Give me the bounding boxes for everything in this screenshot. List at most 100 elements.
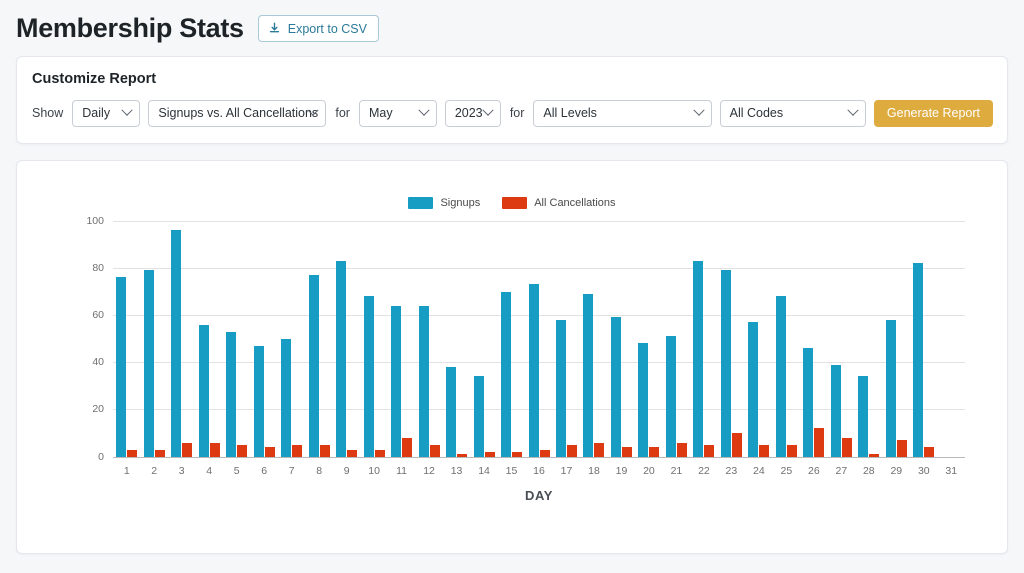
bar-signups[interactable] (858, 376, 869, 457)
chart-day-column[interactable]: 18 (580, 221, 607, 477)
bar-signups[interactable] (308, 274, 319, 457)
bar-signups[interactable] (830, 364, 841, 457)
metric-select[interactable]: Signups vs. All Cancellations (148, 99, 327, 127)
bar-signups[interactable] (501, 291, 512, 457)
bar-cancellations[interactable] (539, 449, 550, 457)
bar-cancellations[interactable] (182, 442, 193, 457)
bar-signups[interactable] (555, 319, 566, 457)
bar-cancellations[interactable] (896, 440, 907, 457)
bar-cancellations[interactable] (237, 444, 248, 457)
chart-day-column[interactable]: 13 (443, 221, 470, 477)
bar-signups[interactable] (473, 376, 484, 457)
period-select[interactable]: Daily (72, 99, 141, 127)
bar-signups[interactable] (583, 293, 594, 457)
bar-signups[interactable] (775, 296, 786, 457)
month-select[interactable]: May (358, 99, 437, 127)
chart-day-column[interactable]: 19 (608, 221, 635, 477)
chart-day-column[interactable]: 15 (498, 221, 525, 477)
bar-cancellations[interactable] (154, 449, 165, 457)
bar-cancellations[interactable] (429, 444, 440, 457)
chart-day-column[interactable]: 4 (195, 221, 222, 477)
bar-signups[interactable] (748, 322, 759, 457)
bar-signups[interactable] (171, 230, 182, 457)
bar-cancellations[interactable] (374, 449, 385, 457)
export-to-csv-button[interactable]: Export to CSV (257, 15, 379, 43)
bar-cancellations[interactable] (512, 451, 523, 457)
bar-signups[interactable] (885, 319, 896, 457)
chart-day-column[interactable]: 29 (883, 221, 910, 477)
bar-cancellations[interactable] (649, 447, 660, 457)
bar-signups[interactable] (720, 270, 731, 457)
chart-day-column[interactable]: 3 (168, 221, 195, 477)
bar-signups[interactable] (281, 338, 292, 457)
bar-cancellations[interactable] (566, 444, 577, 457)
bar-signups[interactable] (116, 277, 127, 457)
legend-item[interactable]: Signups (408, 196, 480, 209)
chart-day-column[interactable]: 17 (553, 221, 580, 477)
bar-signups[interactable] (665, 336, 676, 457)
bar-signups[interactable] (803, 348, 814, 457)
bar-cancellations[interactable] (786, 444, 797, 457)
chart-day-column[interactable]: 24 (745, 221, 772, 477)
chart-day-column[interactable]: 10 (360, 221, 387, 477)
bar-cancellations[interactable] (347, 449, 358, 457)
bar-signups[interactable] (253, 345, 264, 457)
bar-signups[interactable] (336, 260, 347, 457)
bar-signups[interactable] (418, 305, 429, 457)
bar-cancellations[interactable] (457, 454, 468, 457)
bar-cancellations[interactable] (731, 433, 742, 457)
year-select[interactable]: 2023 (444, 99, 501, 127)
chart-day-column[interactable]: 6 (250, 221, 277, 477)
level-select[interactable]: All Levels (533, 99, 712, 127)
bar-cancellations[interactable] (594, 442, 605, 457)
bar-cancellations[interactable] (676, 442, 687, 457)
chart-day-column[interactable]: 31 (938, 221, 965, 477)
bar-signups[interactable] (198, 324, 209, 457)
chart-day-column[interactable]: 9 (333, 221, 360, 477)
chart-day-column[interactable]: 26 (800, 221, 827, 477)
bar-cancellations[interactable] (841, 437, 852, 457)
chart-day-column[interactable]: 1 (113, 221, 140, 477)
chart-day-column[interactable]: 22 (690, 221, 717, 477)
bar-signups[interactable] (363, 296, 374, 457)
bar-signups[interactable] (610, 317, 621, 457)
bar-signups[interactable] (528, 284, 539, 457)
chart-day-column[interactable]: 25 (773, 221, 800, 477)
chart-day-column[interactable]: 8 (305, 221, 332, 477)
bar-cancellations[interactable] (621, 447, 632, 457)
bar-cancellations[interactable] (127, 449, 138, 457)
bar-cancellations[interactable] (402, 437, 413, 457)
bar-signups[interactable] (693, 260, 704, 457)
chart-day-column[interactable]: 30 (910, 221, 937, 477)
chart-day-column[interactable]: 7 (278, 221, 305, 477)
bar-cancellations[interactable] (264, 447, 275, 457)
legend-item[interactable]: All Cancellations (502, 196, 616, 209)
chart-day-column[interactable]: 28 (855, 221, 882, 477)
bar-cancellations[interactable] (484, 451, 495, 457)
chart-day-column[interactable]: 2 (140, 221, 167, 477)
chart-day-column[interactable]: 21 (663, 221, 690, 477)
chart-day-column[interactable]: 27 (828, 221, 855, 477)
bar-signups[interactable] (913, 263, 924, 457)
chart-day-column[interactable]: 12 (415, 221, 442, 477)
code-select[interactable]: All Codes (719, 99, 866, 127)
bar-cancellations[interactable] (814, 428, 825, 457)
chart-day-column[interactable]: 23 (718, 221, 745, 477)
bar-cancellations[interactable] (869, 454, 880, 457)
generate-report-button[interactable]: Generate Report (873, 99, 993, 127)
bar-cancellations[interactable] (704, 444, 715, 457)
bar-signups[interactable] (638, 343, 649, 457)
bar-cancellations[interactable] (319, 444, 330, 457)
bar-cancellations[interactable] (924, 447, 935, 457)
bar-signups[interactable] (391, 305, 402, 457)
bar-cancellations[interactable] (292, 444, 303, 457)
chart-day-column[interactable]: 20 (635, 221, 662, 477)
chart-day-column[interactable]: 16 (525, 221, 552, 477)
chart-day-column[interactable]: 11 (388, 221, 415, 477)
chart-day-column[interactable]: 14 (470, 221, 497, 477)
bar-cancellations[interactable] (759, 444, 770, 457)
chart-day-column[interactable]: 5 (223, 221, 250, 477)
bar-signups[interactable] (143, 270, 154, 457)
bar-signups[interactable] (446, 367, 457, 457)
bar-cancellations[interactable] (209, 442, 220, 457)
